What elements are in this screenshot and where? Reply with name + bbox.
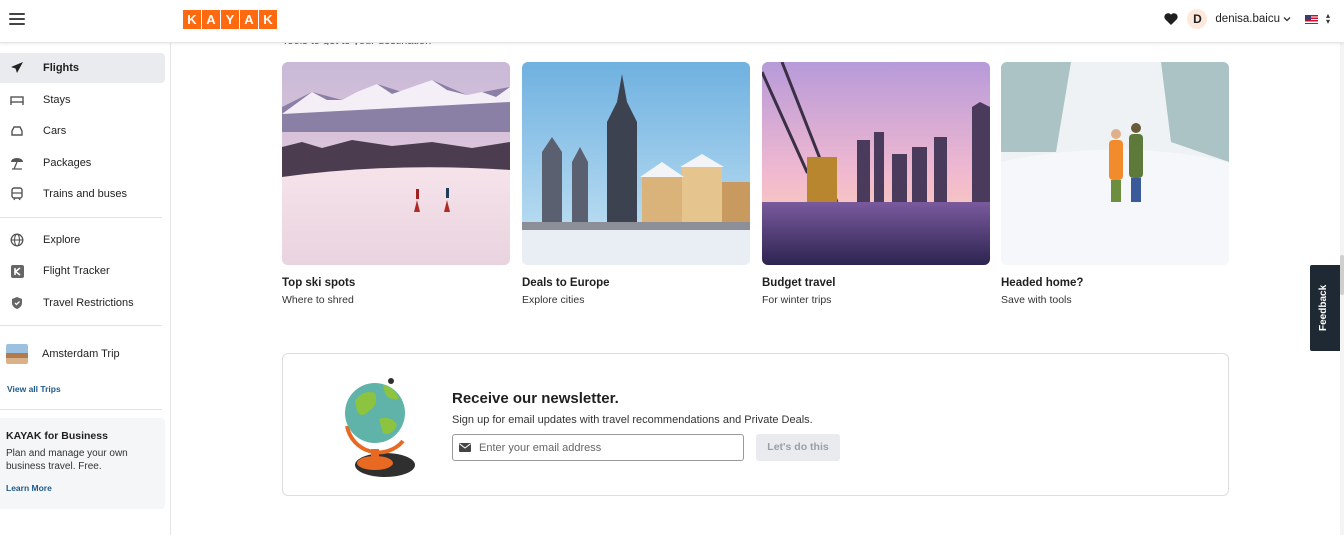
feedback-label: Feedback — [1318, 284, 1329, 331]
shield-icon — [9, 295, 25, 311]
feedback-tab[interactable]: Feedback — [1310, 265, 1340, 351]
scrollbar-thumb[interactable] — [1340, 255, 1344, 295]
logo-letter: K — [183, 10, 201, 29]
business-promo-text: Plan and manage your own business travel… — [6, 448, 128, 472]
logo-letter: A — [202, 10, 220, 29]
card-ski-spots[interactable]: Top ski spots Where to shred — [282, 62, 510, 306]
plane-icon — [9, 60, 25, 76]
card-image — [522, 62, 750, 265]
email-input[interactable] — [479, 441, 739, 454]
business-promo-title: KAYAK for Business — [6, 430, 108, 442]
chevron-down-icon — [1283, 17, 1291, 22]
logo-letter: Y — [221, 10, 239, 29]
logo-letter: A — [240, 10, 258, 29]
card-image — [282, 62, 510, 265]
umbrella-icon — [9, 155, 25, 171]
sidebar-item-label: Stays — [43, 94, 71, 106]
sidebar-item-explore[interactable]: Explore — [0, 225, 165, 255]
card-image — [762, 62, 990, 265]
sidebar-item-stays[interactable]: Stays — [0, 85, 165, 115]
globe-illustration — [333, 371, 423, 481]
sidebar-item-label: Travel Restrictions — [43, 297, 134, 309]
sidebar-item-label: Packages — [43, 157, 92, 169]
bed-icon — [9, 92, 25, 108]
kayak-k-icon — [9, 263, 25, 279]
subscribe-button[interactable]: Let's do this — [756, 434, 840, 461]
newsletter-panel: Receive our newsletter. Sign up for emai… — [282, 353, 1229, 496]
card-title: Top ski spots — [282, 277, 356, 289]
sidebar-item-flights[interactable]: Flights — [0, 53, 165, 83]
learn-more-link[interactable]: Learn More — [6, 483, 165, 493]
username-label: denisa.baicu — [1215, 13, 1280, 25]
sidebar-item-label: Flights — [43, 62, 80, 74]
sidebar-item-trains[interactable]: Trains and buses — [0, 179, 165, 209]
us-flag-icon[interactable] — [1304, 14, 1318, 24]
scrollbar[interactable] — [1340, 43, 1344, 535]
sidebar-item-label: Explore — [43, 234, 81, 246]
card-image — [1001, 62, 1229, 265]
newsletter-title: Receive our newsletter. — [452, 390, 619, 407]
trip-thumbnail — [6, 344, 28, 364]
divider — [0, 217, 162, 218]
card-title: Budget travel — [762, 277, 836, 289]
card-europe-deals[interactable]: Deals to Europe Explore cities — [522, 62, 750, 306]
view-all-trips-link[interactable]: View all Trips — [7, 384, 61, 394]
card-headed-home[interactable]: Headed home? Save with tools — [1001, 62, 1229, 306]
sidebar-item-cars[interactable]: Cars — [0, 116, 165, 146]
sidebar-item-label: Cars — [43, 125, 67, 137]
sort-arrows-icon[interactable]: ▴ ▾ — [1326, 12, 1330, 26]
card-subtitle: Explore cities — [522, 294, 585, 306]
sidebar-item-label: Trains and buses — [43, 188, 127, 200]
hamburger-icon[interactable] — [9, 13, 25, 25]
card-budget-travel[interactable]: Budget travel For winter trips — [762, 62, 990, 306]
card-subtitle: Save with tools — [1001, 294, 1072, 306]
kayak-logo[interactable]: K A Y A K — [183, 10, 277, 29]
sidebar-item-label: Amsterdam Trip — [42, 348, 120, 360]
account-menu[interactable]: denisa.baicu — [1215, 13, 1291, 25]
envelope-icon — [459, 443, 471, 452]
logo-letter: K — [259, 10, 277, 29]
top-bar: K A Y A K D denisa.baicu ▴ ▾ — [0, 0, 1344, 43]
email-field[interactable] — [452, 434, 744, 461]
business-promo: KAYAK for Business Plan and manage your … — [0, 418, 165, 509]
heart-icon[interactable] — [1163, 11, 1179, 27]
sidebar-item-trip[interactable]: Amsterdam Trip — [0, 339, 165, 369]
sidebar-item-label: Flight Tracker — [43, 265, 110, 277]
sidebar-item-travel-restrictions[interactable]: Travel Restrictions — [0, 288, 165, 318]
card-subtitle: Where to shred — [282, 294, 354, 306]
sidebar-item-flight-tracker[interactable]: Flight Tracker — [0, 256, 165, 286]
newsletter-subtitle: Sign up for email updates with travel re… — [452, 414, 813, 426]
sidebar-item-packages[interactable]: Packages — [0, 148, 165, 178]
card-title: Deals to Europe — [522, 277, 610, 289]
avatar[interactable]: D — [1187, 9, 1208, 29]
card-title: Headed home? — [1001, 277, 1084, 289]
divider — [0, 409, 162, 410]
divider — [0, 325, 162, 326]
sidebar: Flights Stays Cars Packages Trains and b… — [0, 43, 171, 535]
card-subtitle: For winter trips — [762, 294, 832, 306]
train-icon — [9, 186, 25, 202]
car-icon — [9, 123, 25, 139]
globe-icon — [9, 232, 25, 248]
